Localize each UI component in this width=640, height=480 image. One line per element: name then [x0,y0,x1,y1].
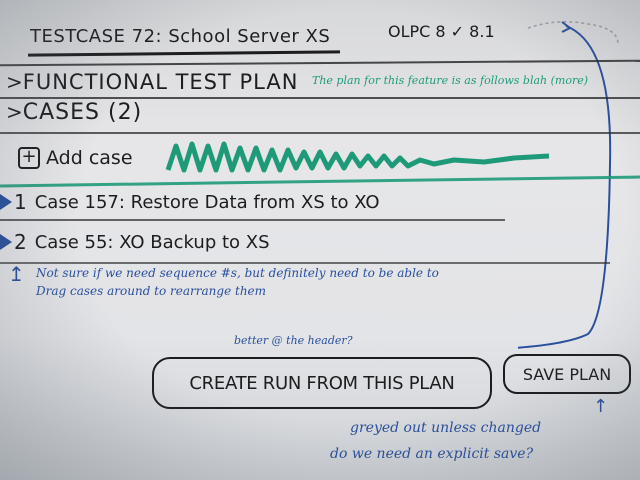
case-number: 2 [14,230,27,254]
case-number: 1 [14,190,27,214]
sequence-note-line1: Not sure if we need sequence #s, but def… [36,266,439,280]
cases-title: CASES (2) [22,100,143,125]
functional-test-plan-header[interactable]: >FUNCTIONAL TEST PLAN [6,70,298,94]
testcase-title: TESTCASE 72: School Server XS [30,26,331,47]
up-arrow-icon: ↑ [593,396,609,417]
plan-description-note: The plan for this feature is as follows … [312,74,589,87]
list-item[interactable]: 2 Case 55: XO Backup to XS [0,230,270,254]
divider [0,219,505,221]
header-link-arrow [518,21,619,349]
header-note: better @ the header? [234,334,353,347]
save-plan-button[interactable]: SAVE PLAN [503,354,631,394]
highlight-scribble [165,141,550,173]
case-label[interactable]: Case 157: Restore Data from XS to XO [35,192,380,213]
add-case-label: Add case [46,147,133,169]
explicit-save-note: do we need an explicit save? [330,446,534,462]
drag-handle-icon[interactable] [0,234,12,250]
version-label: OLPC 8 ✓ 8.1 [388,22,495,41]
sequence-note: Not sure if we need sequence #s, but def… [36,264,439,300]
drag-handle-icon[interactable] [0,194,12,210]
note-arrow-icon: ↥ [8,262,25,286]
functional-test-plan-title: FUNCTIONAL TEST PLAN [22,70,299,94]
add-case-button[interactable]: + Add case [6,147,133,169]
divider [0,97,640,99]
title-underline [27,50,341,57]
divider [0,132,640,134]
expand-caret-icon[interactable]: > [6,70,23,94]
whiteboard: TESTCASE 72: School Server XS OLPC 8 ✓ 8… [0,0,640,480]
greyed-out-note: greyed out unless changed [350,420,542,436]
case-label[interactable]: Case 55: XO Backup to XS [35,232,270,253]
expand-caret-icon[interactable]: > [6,100,23,124]
plus-icon[interactable]: + [18,147,40,169]
cases-section-header[interactable]: >CASES (2) [6,100,142,125]
sequence-note-line2: Drag cases around to rearrange them [36,284,267,298]
create-run-button[interactable]: CREATE RUN FROM THIS PLAN [152,357,492,409]
list-item[interactable]: 1 Case 157: Restore Data from XS to XO [0,190,380,214]
